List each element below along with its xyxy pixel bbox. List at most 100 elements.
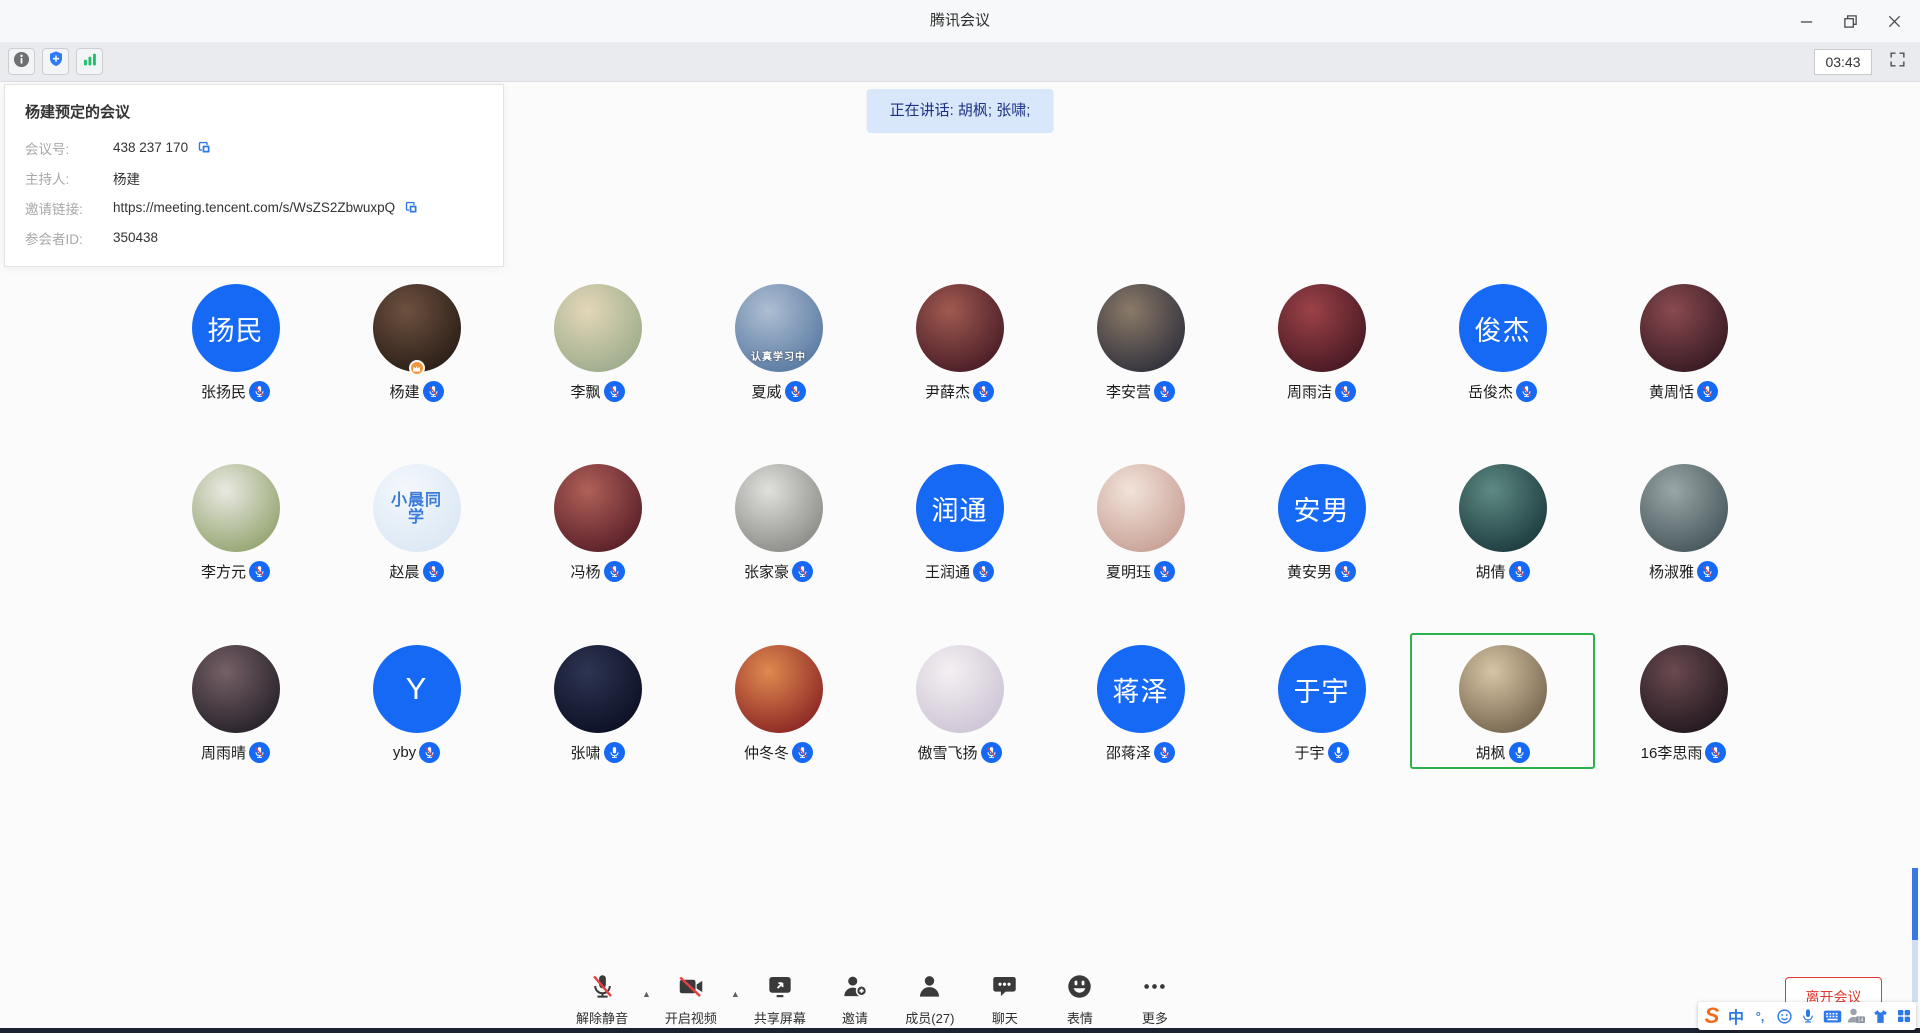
- emoji-button[interactable]: 表情: [1053, 973, 1107, 1027]
- avatar: [1640, 464, 1728, 552]
- expand-arrow-icon[interactable]: ▲: [731, 989, 740, 999]
- info-label: 会议号:: [25, 138, 113, 158]
- share-screen-icon: [766, 973, 794, 1005]
- participant-name-row: 夏明珏: [1106, 561, 1175, 582]
- participant-name: 周雨晴: [201, 742, 246, 763]
- participant-tile[interactable]: 安男黄安男: [1231, 464, 1412, 645]
- participant-tile[interactable]: 杨建: [326, 284, 507, 464]
- avatar-initials: 蒋泽: [1113, 670, 1169, 709]
- copy-icon[interactable]: [197, 140, 212, 155]
- share-screen-button[interactable]: 共享屏幕: [753, 973, 807, 1027]
- meeting-info-button[interactable]: [8, 48, 35, 75]
- apps-grid-icon[interactable]: [1893, 1004, 1915, 1028]
- tencent-meeting-window: 腾讯会议: [0, 0, 1920, 1033]
- avatar: 蒋泽: [1097, 645, 1185, 733]
- participant-tile[interactable]: 李方元: [145, 464, 326, 645]
- participant-tile[interactable]: 16李思雨: [1593, 645, 1774, 826]
- chat-button[interactable]: 聊天: [978, 973, 1032, 1027]
- emoji-icon: [1066, 973, 1093, 1005]
- minimize-button[interactable]: [1784, 0, 1828, 42]
- participant-name: 胡枫: [1475, 742, 1505, 763]
- participant-name: 夏明珏: [1106, 561, 1151, 582]
- participant-tile[interactable]: 周雨洁: [1231, 284, 1412, 464]
- participant-tile[interactable]: 俊杰岳俊杰: [1412, 284, 1593, 464]
- avatar: [1640, 284, 1728, 372]
- keyboard-icon[interactable]: [1821, 1004, 1843, 1028]
- participant-name-row: 夏威: [751, 381, 805, 402]
- mic-muted-button[interactable]: 解除静音: [575, 973, 629, 1027]
- participant-tile[interactable]: 张啸: [507, 645, 688, 826]
- participant-name: 杨建: [389, 381, 419, 402]
- participant-tile[interactable]: 认真学习中夏威: [688, 284, 869, 464]
- window-controls: [1784, 0, 1916, 42]
- avatar-initials: Y: [406, 671, 428, 707]
- participant-tile[interactable]: 尹薛杰: [869, 284, 1050, 464]
- participant-tile[interactable]: 李飘: [507, 284, 688, 464]
- close-button[interactable]: [1872, 0, 1916, 42]
- participant-name: yby: [393, 744, 416, 761]
- participant-tile[interactable]: 润通王润通: [869, 464, 1050, 645]
- user-count-icon[interactable]: 14: [1845, 1004, 1867, 1028]
- participant-name-row: 岳俊杰: [1468, 381, 1537, 402]
- skin-icon[interactable]: [1869, 1004, 1891, 1028]
- members-button[interactable]: 成员(27): [903, 973, 957, 1027]
- more-button[interactable]: 更多: [1128, 973, 1182, 1027]
- avatar: [192, 464, 280, 552]
- mic-muted-icon: [423, 381, 444, 402]
- participant-name-row: 冯杨: [570, 561, 624, 582]
- mic-muted-icon: [604, 381, 625, 402]
- restore-button[interactable]: [1828, 0, 1872, 42]
- participant-tile[interactable]: 夏明珏: [1050, 464, 1231, 645]
- voice-input-icon[interactable]: [1797, 1004, 1819, 1028]
- participant-grid: 扬民张扬民 杨建 李飘 认真学习中夏威 尹薛杰 李安营 周雨洁: [145, 284, 1774, 826]
- network-quality-button[interactable]: [76, 48, 103, 75]
- expand-arrow-icon[interactable]: ▲: [642, 989, 651, 999]
- participant-name: 尹薛杰: [925, 381, 970, 402]
- info-label: 参会者ID:: [25, 228, 113, 248]
- participant-name-row: 胡倩: [1475, 561, 1529, 582]
- participant-tile[interactable]: 周雨晴: [145, 645, 326, 826]
- participant-tile[interactable]: 仲冬冬: [688, 645, 869, 826]
- participant-tile[interactable]: 蒋泽邵蒋泽: [1050, 645, 1231, 826]
- punctuation-mode-icon[interactable]: °,: [1749, 1004, 1771, 1028]
- avatar: [554, 464, 642, 552]
- participant-name: 傲雪飞扬: [917, 742, 977, 763]
- participant-tile[interactable]: 杨淑雅: [1593, 464, 1774, 645]
- participant-tile[interactable]: 黄周恬: [1593, 284, 1774, 464]
- mic-muted-icon: [604, 561, 625, 582]
- security-button[interactable]: [42, 48, 69, 75]
- sogou-logo-icon[interactable]: S: [1701, 1004, 1723, 1028]
- avatar-initials: 安男: [1294, 489, 1350, 528]
- avatar-overlay-text: 小晨同学: [373, 492, 461, 526]
- participant-name-row: 李飘: [570, 381, 624, 402]
- invite-icon: [841, 973, 869, 1005]
- participant-tile[interactable]: 傲雪飞扬: [869, 645, 1050, 826]
- participant-name: 冯杨: [570, 561, 600, 582]
- avatar: 小晨同学: [373, 464, 461, 552]
- participant-name: 李安营: [1106, 381, 1151, 402]
- info-value: 438 237 170: [113, 140, 188, 155]
- mic-muted-icon: [249, 742, 270, 763]
- invite-button[interactable]: 邀请: [828, 973, 882, 1027]
- fullscreen-button[interactable]: [1884, 49, 1910, 75]
- avatar-initials: 于宇: [1294, 670, 1350, 709]
- participant-tile[interactable]: 扬民张扬民: [145, 284, 326, 464]
- participant-tile[interactable]: Yyby: [326, 645, 507, 826]
- participant-tile[interactable]: 冯杨: [507, 464, 688, 645]
- avatar: [1278, 284, 1366, 372]
- participant-tile[interactable]: 于宇于宇: [1231, 645, 1412, 826]
- avatar: [554, 284, 642, 372]
- emoji-picker-icon[interactable]: [1773, 1004, 1795, 1028]
- mic-muted-icon: [419, 742, 440, 763]
- participant-name: 赵晨: [389, 561, 419, 582]
- mic-on-icon: [1509, 742, 1530, 763]
- camera-muted-button[interactable]: 开启视频: [664, 973, 718, 1027]
- participant-tile[interactable]: 小晨同学赵晨: [326, 464, 507, 645]
- participant-tile[interactable]: 胡倩: [1412, 464, 1593, 645]
- chinese-mode-icon[interactable]: 中: [1725, 1004, 1747, 1028]
- participant-name: 杨淑雅: [1649, 561, 1694, 582]
- copy-icon[interactable]: [404, 200, 419, 215]
- participant-tile[interactable]: 张家豪: [688, 464, 869, 645]
- participant-tile[interactable]: 胡枫: [1412, 645, 1593, 826]
- participant-tile[interactable]: 李安营: [1050, 284, 1231, 464]
